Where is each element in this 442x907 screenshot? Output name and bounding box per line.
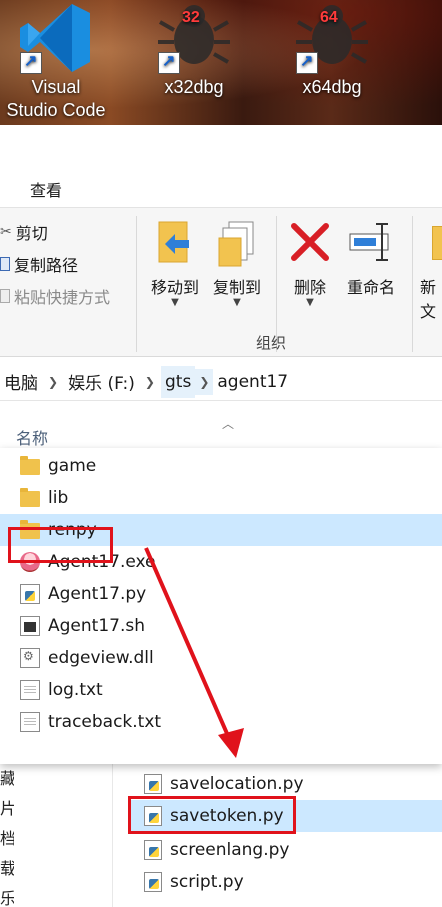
red-arrow-annotation: [144, 547, 244, 758]
